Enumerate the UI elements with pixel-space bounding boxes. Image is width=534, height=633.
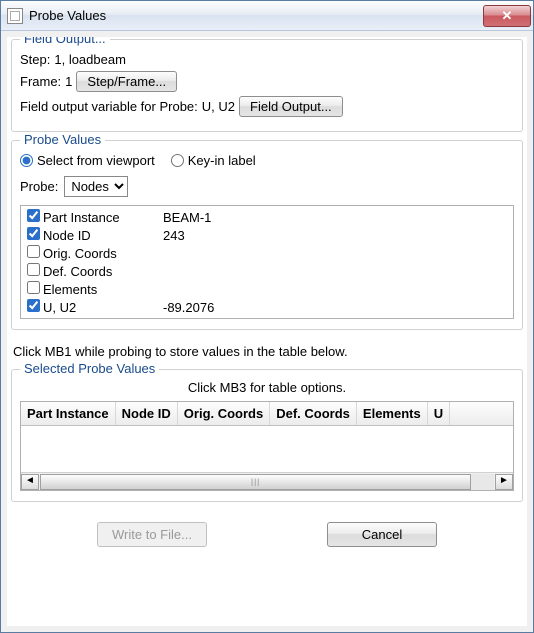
row-key: Node ID: [43, 228, 163, 243]
selected-values-group: Selected Probe Values Click MB3 for tabl…: [11, 369, 523, 502]
titlebar: Probe Values ✕: [1, 1, 533, 31]
probe-value-row: U, U2-89.2076: [23, 298, 511, 316]
row-checkbox[interactable]: [27, 209, 40, 222]
app-icon: [7, 8, 23, 24]
cancel-button[interactable]: Cancel: [327, 522, 437, 547]
probe-values-legend: Probe Values: [20, 132, 105, 147]
step-frame-button[interactable]: Step/Frame...: [76, 71, 177, 92]
radio-keyin-label-option[interactable]: Key-in label: [171, 153, 256, 168]
row-value: BEAM-1: [163, 210, 211, 225]
row-key: Part Instance: [43, 210, 163, 225]
write-to-file-button: Write to File...: [97, 522, 207, 547]
selected-values-table: Part InstanceNode IDOrig. CoordsDef. Coo…: [20, 401, 514, 491]
window-close-button[interactable]: ✕: [483, 5, 531, 27]
window-title: Probe Values: [29, 8, 483, 23]
scroll-thumb[interactable]: [40, 474, 471, 490]
probe-note: Click MB1 while probing to store values …: [13, 344, 521, 359]
step-label: Step:: [20, 52, 50, 67]
column-header[interactable]: Node ID: [116, 402, 178, 425]
probe-value-row: Def. Coords: [23, 262, 511, 280]
probe-value-row: Part InstanceBEAM-1: [23, 208, 511, 226]
table-header-row: Part InstanceNode IDOrig. CoordsDef. Coo…: [21, 402, 513, 426]
selected-values-legend: Selected Probe Values: [20, 361, 159, 376]
dialog-content: Field Output... Step: 1, loadbeam Frame:…: [7, 37, 527, 626]
probe-var-value: U, U2: [202, 99, 235, 114]
radio-select-viewport-label: Select from viewport: [37, 153, 155, 168]
radio-keyin-text: Key-in label: [188, 153, 256, 168]
scroll-left-arrow-icon[interactable]: ◄: [21, 474, 39, 490]
probe-var-label: Field output variable for Probe:: [20, 99, 198, 114]
row-key: Elements: [43, 282, 163, 297]
table-body: [21, 426, 513, 472]
scroll-right-arrow-icon[interactable]: ►: [495, 474, 513, 490]
column-header[interactable]: Orig. Coords: [178, 402, 270, 425]
radio-keyin-input[interactable]: [171, 154, 184, 167]
column-header[interactable]: Elements: [357, 402, 428, 425]
radio-select-viewport[interactable]: Select from viewport: [20, 153, 155, 168]
row-checkbox[interactable]: [27, 281, 40, 294]
row-value: 243: [163, 228, 185, 243]
row-key: Def. Coords: [43, 264, 163, 279]
row-value: -89.2076: [163, 300, 214, 315]
probe-value-row: Node ID243: [23, 226, 511, 244]
probe-value-row: Orig. Coords: [23, 244, 511, 262]
row-key: Orig. Coords: [43, 246, 163, 261]
field-output-button[interactable]: Field Output...: [239, 96, 343, 117]
field-output-legend: Field Output...: [20, 37, 110, 46]
row-checkbox[interactable]: [27, 263, 40, 276]
row-checkbox[interactable]: [27, 227, 40, 240]
scroll-track[interactable]: [40, 474, 494, 490]
probe-value-row: Elements: [23, 280, 511, 298]
row-checkbox[interactable]: [27, 245, 40, 258]
column-header[interactable]: Def. Coords: [270, 402, 357, 425]
radio-select-viewport-input[interactable]: [20, 154, 33, 167]
row-checkbox[interactable]: [27, 299, 40, 312]
column-header[interactable]: Part Instance: [21, 402, 116, 425]
row-key: U, U2: [43, 300, 163, 315]
horizontal-scrollbar[interactable]: ◄ ►: [21, 472, 513, 490]
frame-label: Frame:: [20, 74, 61, 89]
probe-values-table: Part InstanceBEAM-1Node ID243Orig. Coord…: [20, 205, 514, 319]
table-hint: Click MB3 for table options.: [20, 380, 514, 395]
field-output-group: Field Output... Step: 1, loadbeam Frame:…: [11, 39, 523, 132]
probe-values-group: Probe Values Select from viewport Key-in…: [11, 140, 523, 330]
step-value: 1, loadbeam: [54, 52, 126, 67]
probe-select[interactable]: Nodes: [64, 176, 128, 197]
frame-value: 1: [65, 74, 72, 89]
probe-select-label: Probe:: [20, 179, 58, 194]
probe-values-dialog: Probe Values ✕ Field Output... Step: 1, …: [0, 0, 534, 633]
column-header[interactable]: U: [428, 402, 450, 425]
dialog-footer: Write to File... Cancel: [11, 510, 523, 555]
